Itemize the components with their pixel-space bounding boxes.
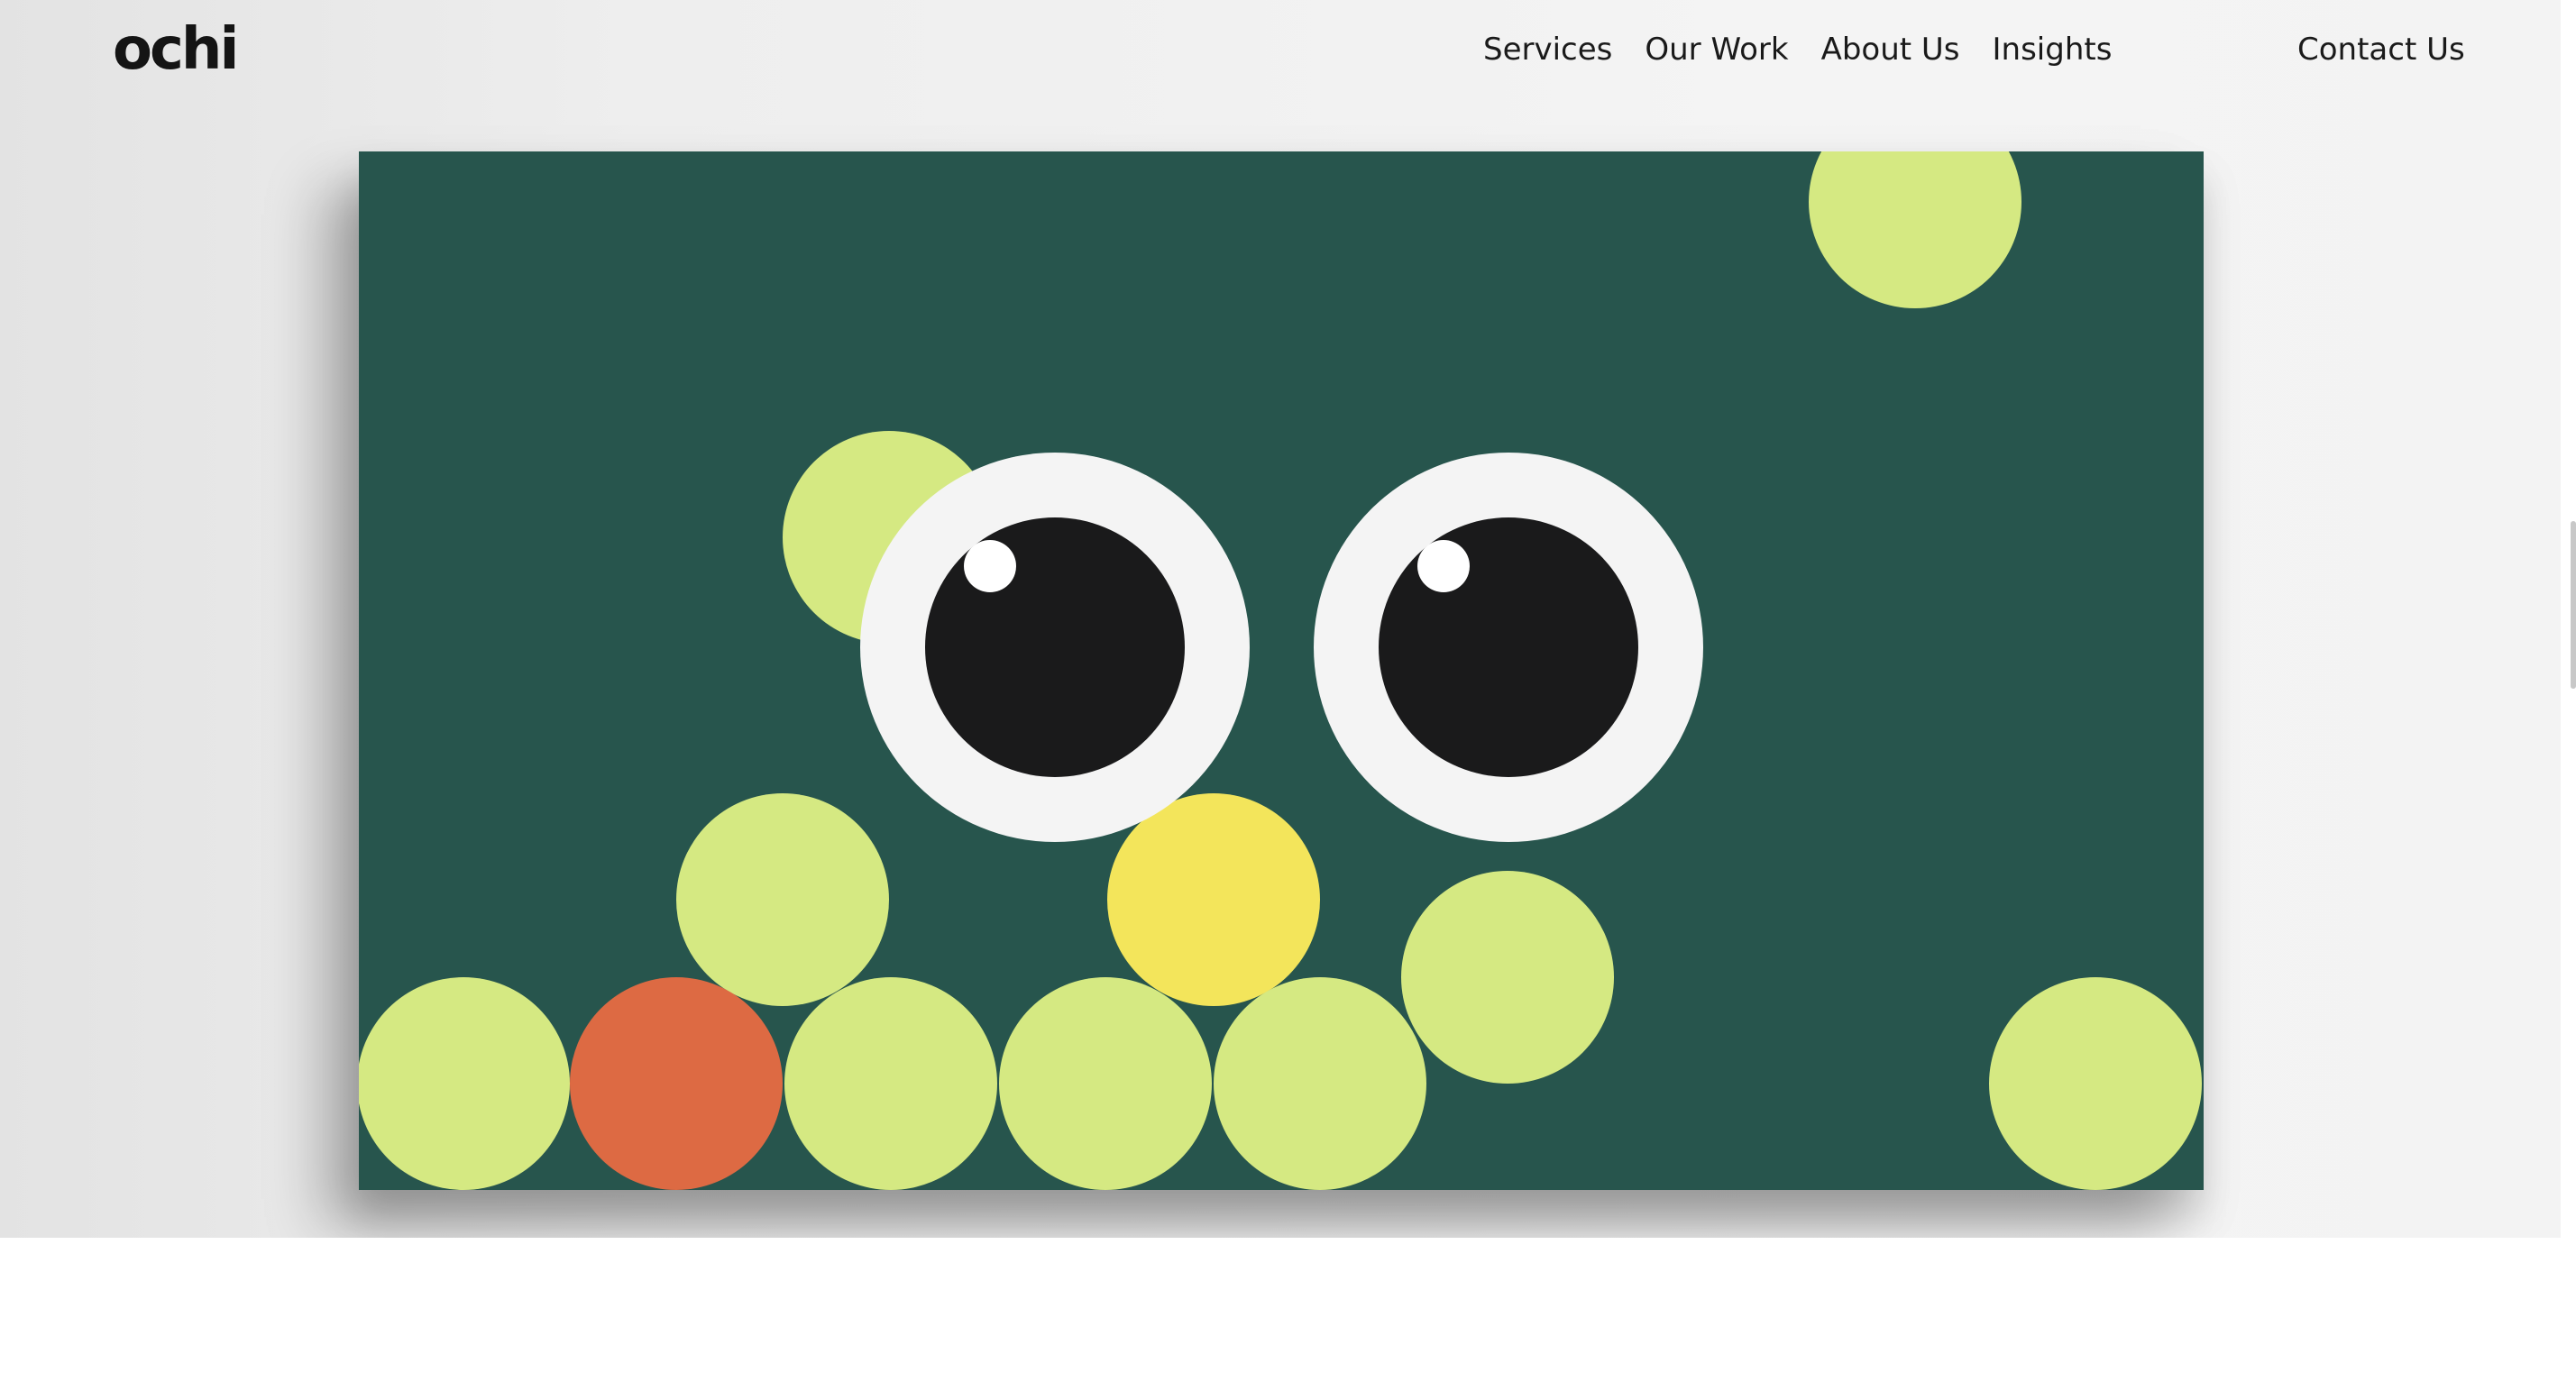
ball-mid-left: [676, 793, 889, 1006]
logo[interactable]: ochi: [113, 9, 239, 90]
main-nav: Services Our Work About Us Insights: [1483, 27, 2112, 72]
hero-illustration-card: [359, 151, 2204, 1190]
ball-yellow: [1107, 793, 1320, 1006]
eye-highlight: [1417, 540, 1470, 592]
ball-orange: [570, 977, 783, 1190]
content-section: [0, 1238, 2576, 1391]
ball-bottom-5: [1214, 977, 1426, 1190]
ball-bottom-4: [999, 977, 1212, 1190]
nav-link-our-work[interactable]: Our Work: [1645, 27, 1788, 72]
page: ochi Services Our Work About Us Insights…: [0, 0, 2576, 1391]
hero-illustration: [359, 151, 2202, 1190]
ball-bottom-right: [1989, 977, 2202, 1190]
nav-link-contact-us[interactable]: Contact Us: [2297, 27, 2465, 72]
eye-pupil: [925, 517, 1185, 777]
ball-bottom-3: [784, 977, 997, 1190]
eye-pupil: [1379, 517, 1638, 777]
nav-link-insights[interactable]: Insights: [1993, 27, 2113, 72]
right-eye: [1314, 453, 1703, 842]
ball-mid-right: [1401, 871, 1614, 1084]
site-header: ochi Services Our Work About Us Insights…: [0, 0, 2561, 99]
eye-highlight: [964, 540, 1016, 592]
ball-top-right: [1809, 151, 2021, 308]
left-eye: [860, 453, 1250, 842]
scrollbar-thumb[interactable]: [2571, 521, 2576, 689]
nav-link-services[interactable]: Services: [1483, 27, 1612, 72]
nav-link-about-us[interactable]: About Us: [1821, 27, 1960, 72]
ball-bottom-1: [359, 977, 570, 1190]
